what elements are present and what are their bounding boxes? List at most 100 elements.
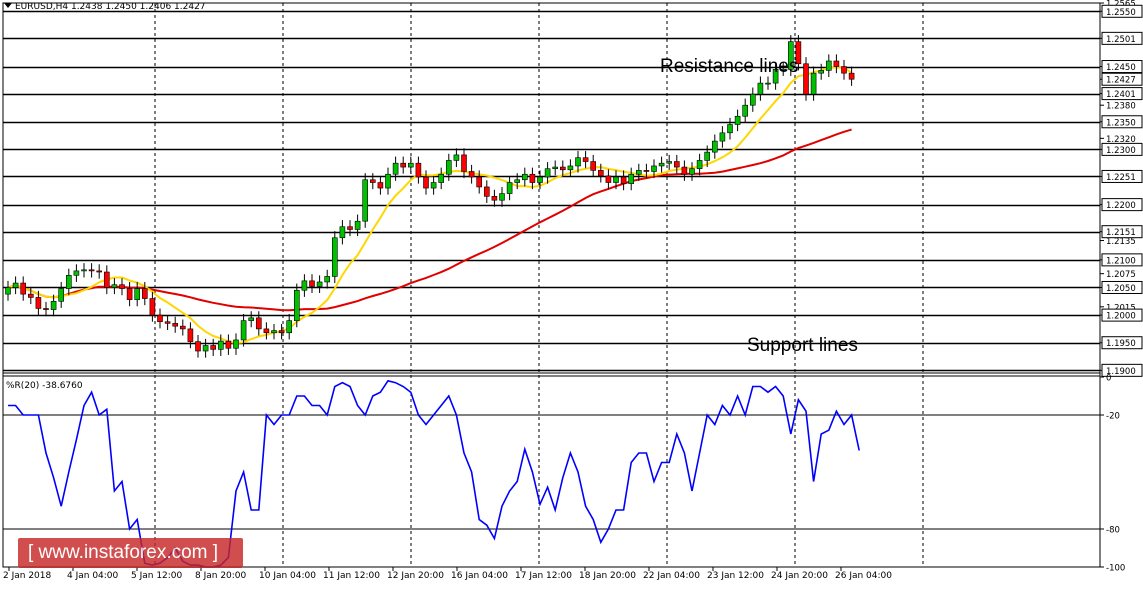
candle-bull: [331, 237, 338, 277]
x-tick-label: 22 Jan 04:00: [643, 571, 700, 581]
y-tick-label: 1.2401: [1106, 90, 1136, 100]
candle-bull: [544, 168, 551, 178]
candle-bear: [35, 297, 42, 309]
y-tick-label: 1.1950: [1106, 339, 1136, 349]
x-tick-label: 12 Jan 20:00: [387, 571, 444, 581]
candle-bear: [491, 196, 498, 201]
candle-bear: [461, 154, 467, 172]
x-tick-label: 10 Jan 04:00: [259, 571, 316, 581]
candle-bull: [567, 165, 574, 171]
candle-bear: [255, 317, 262, 330]
watermark-logo: [ www.instaforex.com ]: [18, 538, 243, 568]
candle-bear: [278, 330, 285, 334]
candle-bull: [58, 288, 65, 302]
x-tick-label: 18 Jan 20:00: [579, 571, 636, 581]
candle-bear: [377, 182, 384, 189]
candle-bull: [825, 60, 832, 71]
indicator-y-tick-label: -20: [1106, 412, 1120, 422]
candle-bull: [521, 173, 528, 181]
y-tick-label: 1.2501: [1106, 35, 1136, 45]
candle-bear: [187, 328, 194, 342]
candle-bull: [704, 151, 711, 161]
plot-frame: [2, 2, 1101, 568]
indicator-y-tick-label: -100: [1106, 564, 1125, 574]
candle-bull: [438, 173, 445, 183]
candle-bull: [749, 93, 756, 106]
candle-bull: [339, 226, 346, 239]
candle-bear: [803, 63, 809, 95]
candle-bear: [172, 323, 178, 327]
candle-bull: [392, 162, 399, 175]
indicator-y-tick-label: -80: [1106, 526, 1120, 536]
x-tick-label: 16 Jan 04:00: [451, 571, 508, 581]
candle-bull: [742, 104, 749, 117]
candle-bear: [210, 345, 216, 350]
candle-bull: [240, 320, 247, 341]
candle-bear: [88, 269, 95, 272]
candle-bull: [385, 173, 391, 189]
candle-bull: [445, 160, 452, 175]
candle-bull: [430, 182, 437, 189]
y-tick-label: 1.2450: [1106, 63, 1136, 73]
x-tick-label: 17 Jan 12:00: [515, 571, 572, 581]
collapse-triangle-icon[interactable]: [4, 3, 12, 8]
candle-bull: [293, 289, 300, 321]
candle-bear: [164, 321, 171, 324]
candle-bull: [711, 140, 718, 153]
candle-bear: [263, 328, 270, 334]
candle-bear: [597, 170, 604, 177]
candle-bear: [157, 314, 163, 323]
candle-bear: [415, 162, 422, 178]
candle-bull: [5, 287, 11, 295]
candle-bull: [233, 339, 239, 349]
axes-layer: 2 Jan 2018 4 Jan 04:00 5 Jan 12:00 8 Jan 20…: [2, 0, 1143, 581]
candle-bull: [12, 282, 19, 288]
indicator-label: %R(20) -38.6760: [6, 381, 83, 391]
candle-bear: [476, 176, 483, 188]
candle-bear: [180, 325, 186, 330]
candle-bull: [552, 166, 559, 170]
y-tick-label: 1.2380: [1106, 102, 1136, 112]
candle-bear: [96, 270, 102, 273]
candle-bull: [727, 124, 733, 134]
support-annotation: Support lines: [747, 335, 858, 356]
candles-layer: [5, 35, 855, 358]
y-tick-label: 1.2427: [1106, 76, 1136, 86]
candle-bear: [400, 162, 407, 168]
y-tick-label: 1.2100: [1106, 256, 1136, 266]
candle-bull: [613, 176, 619, 183]
candle-bull: [658, 162, 665, 167]
candle-bull: [134, 288, 140, 300]
candle-bull: [324, 276, 331, 283]
candle-bull: [66, 275, 72, 289]
y-tick-label: 1.2350: [1106, 118, 1136, 128]
candle-bull: [407, 162, 414, 168]
candle-bear: [423, 176, 429, 189]
candle-bear: [833, 60, 840, 67]
y-tick-label: 1.2050: [1106, 284, 1136, 294]
resistance-annotation: Resistance lines: [660, 56, 799, 77]
candle-bear: [149, 298, 156, 316]
candle-bull: [514, 179, 521, 183]
candle-bull: [689, 168, 695, 175]
x-tick-label: 11 Jan 12:00: [323, 571, 380, 581]
candle-bull: [316, 281, 323, 287]
candle-bull: [50, 300, 57, 310]
chart-header: EURUSD,H4 1.2438 1.2450 1.2406 1.2427: [4, 2, 206, 12]
candle-bull: [202, 345, 209, 352]
x-tick-label: 26 Jan 04:00: [835, 571, 892, 581]
candle-bear: [673, 161, 680, 168]
candle-bear: [529, 173, 536, 183]
y-tick-label: 1.2300: [1106, 146, 1136, 156]
candle-bull: [218, 340, 224, 350]
candle-bear: [605, 175, 612, 183]
candle-bear: [119, 284, 125, 289]
candle-bear: [582, 157, 589, 162]
indicator-y-tick-label: 0: [1106, 374, 1111, 384]
candle-bear: [309, 280, 315, 287]
candle-bull: [301, 280, 308, 291]
candle-bear: [559, 166, 566, 171]
x-tick-label: 2 Jan 2018: [3, 571, 51, 581]
candle-bull: [537, 176, 543, 183]
candle-bull: [810, 72, 817, 95]
